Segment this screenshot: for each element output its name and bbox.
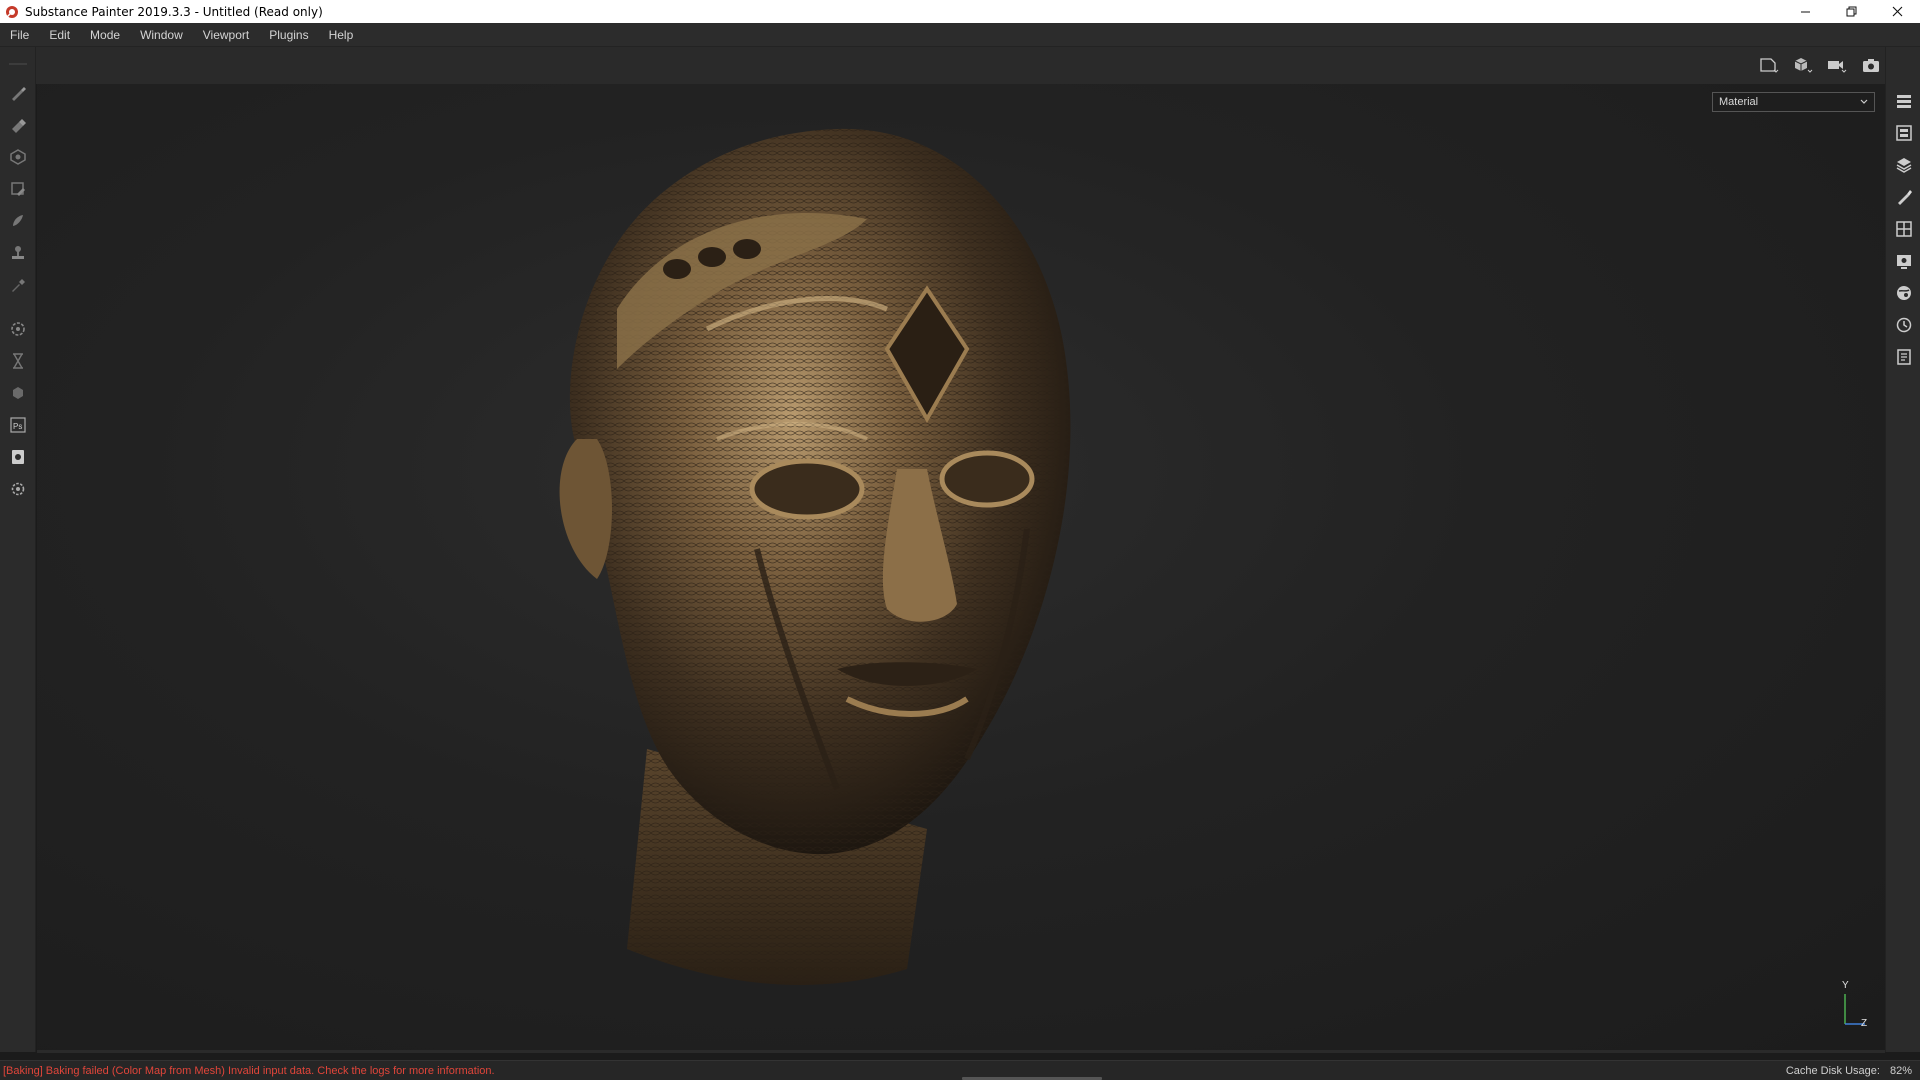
layers-icon xyxy=(1896,158,1911,173)
display-settings-button[interactable] xyxy=(1886,213,1920,245)
material-ball-tool[interactable] xyxy=(0,377,36,409)
properties-button[interactable] xyxy=(1886,181,1920,213)
restore-icon xyxy=(1846,6,1856,17)
hourglass-tool[interactable] xyxy=(0,345,36,377)
log-button[interactable] xyxy=(1886,341,1920,373)
photoshop-export-tool[interactable]: Ps xyxy=(0,409,36,441)
menu-help[interactable]: Help xyxy=(319,23,364,47)
history-icon xyxy=(1896,317,1911,333)
title-bar: Substance Painter 2019.3.3 - Untitled (R… xyxy=(0,0,1920,23)
channel-select[interactable]: Material xyxy=(1712,92,1875,112)
shelf-button[interactable] xyxy=(1886,277,1920,309)
export-textures-tool[interactable] xyxy=(0,441,36,473)
texture-set-settings-button[interactable] xyxy=(1886,117,1920,149)
menu-file[interactable]: File xyxy=(0,23,39,47)
2d-view-button[interactable] xyxy=(1755,53,1783,77)
cache-disk-usage-value: 82% xyxy=(1889,1065,1912,1077)
camera-button[interactable] xyxy=(1823,53,1851,77)
smudge-icon xyxy=(13,215,23,226)
svg-text:Ps: Ps xyxy=(13,422,22,431)
menu-bar: File Edit Mode Window Viewport Plugins H… xyxy=(0,23,1920,47)
3d-view-button[interactable] xyxy=(1789,53,1817,77)
close-icon xyxy=(1892,6,1902,17)
settings-tool[interactable] xyxy=(0,473,36,505)
axis-y-label: Y xyxy=(1842,980,1849,991)
axis-z-label: Z xyxy=(1861,1018,1868,1029)
polygon-fill-icon xyxy=(11,182,25,196)
clone-tool[interactable] xyxy=(0,237,36,269)
camera-icon xyxy=(1828,61,1847,73)
menu-edit[interactable]: Edit xyxy=(39,23,80,47)
picker-tool[interactable] xyxy=(0,269,36,301)
texture-set-list-button[interactable] xyxy=(1886,85,1920,117)
viewport-scroll-strip xyxy=(37,1050,1885,1053)
status-error-message[interactable]: [Baking] Baking failed (Color Map from M… xyxy=(0,1065,495,1077)
head-model-render xyxy=(559,128,1071,985)
paint-tool[interactable] xyxy=(0,77,36,109)
app-logo-icon xyxy=(5,5,19,19)
smudge-tool[interactable] xyxy=(0,205,36,237)
history-button[interactable] xyxy=(1886,309,1920,341)
menu-viewport[interactable]: Viewport xyxy=(193,23,259,47)
bake-tool[interactable] xyxy=(0,313,36,345)
paint-brush-icon xyxy=(12,87,26,101)
status-bar: [Baking] Baking failed (Color Map from M… xyxy=(0,1060,1920,1080)
polygon-fill-tool[interactable] xyxy=(0,173,36,205)
photoshop-export-icon: Ps xyxy=(10,417,26,433)
menu-mode[interactable]: Mode xyxy=(80,23,130,47)
left-toolbar: Ps xyxy=(0,47,36,1052)
viewer-settings-button[interactable] xyxy=(1886,245,1920,277)
window-title: Substance Painter 2019.3.3 - Untitled (R… xyxy=(25,4,323,19)
chevron-down-icon xyxy=(1860,99,1868,104)
color-picker-icon xyxy=(12,279,25,292)
settings-icon xyxy=(11,482,25,496)
close-button[interactable] xyxy=(1874,0,1920,23)
properties-icon xyxy=(1897,190,1912,205)
restore-button[interactable] xyxy=(1828,0,1874,23)
layers-button[interactable] xyxy=(1886,149,1920,181)
eraser-tool[interactable] xyxy=(0,109,36,141)
minimize-button[interactable] xyxy=(1782,0,1828,23)
viewport-toolbar xyxy=(36,47,1885,84)
2d-view-icon xyxy=(1760,58,1779,73)
display-settings-icon xyxy=(1895,221,1912,237)
eraser-icon xyxy=(12,119,26,133)
material-ball-icon xyxy=(13,387,23,399)
hourglass-icon xyxy=(13,353,23,369)
window-controls xyxy=(1782,0,1920,23)
screenshot-icon xyxy=(1863,59,1879,72)
log-icon xyxy=(1896,349,1911,365)
3d-view-icon xyxy=(1794,58,1813,73)
cache-disk-usage-label: Cache Disk Usage: xyxy=(1785,1065,1880,1077)
projection-tool[interactable] xyxy=(0,141,36,173)
screenshot-button[interactable] xyxy=(1857,53,1885,77)
projection-icon xyxy=(10,149,26,165)
viewer-settings-icon xyxy=(1896,255,1911,269)
bake-settings-icon xyxy=(11,322,25,336)
shelf-icon xyxy=(1896,286,1911,300)
menu-plugins[interactable]: Plugins xyxy=(259,23,318,47)
texture-set-settings-icon xyxy=(1895,125,1912,141)
export-textures-icon xyxy=(12,450,24,464)
toolbar-grip[interactable] xyxy=(8,63,27,65)
3d-viewport[interactable]: Material Y Z xyxy=(37,84,1885,1050)
axis-gizmo: Y Z xyxy=(1837,980,1871,1032)
texture-set-list-icon xyxy=(1896,95,1911,108)
channel-select-value: Material xyxy=(1719,96,1759,108)
menu-window[interactable]: Window xyxy=(130,23,193,47)
right-toolbar xyxy=(1885,47,1920,1052)
clone-stamp-icon xyxy=(12,246,24,259)
minimize-icon xyxy=(1800,11,1810,13)
